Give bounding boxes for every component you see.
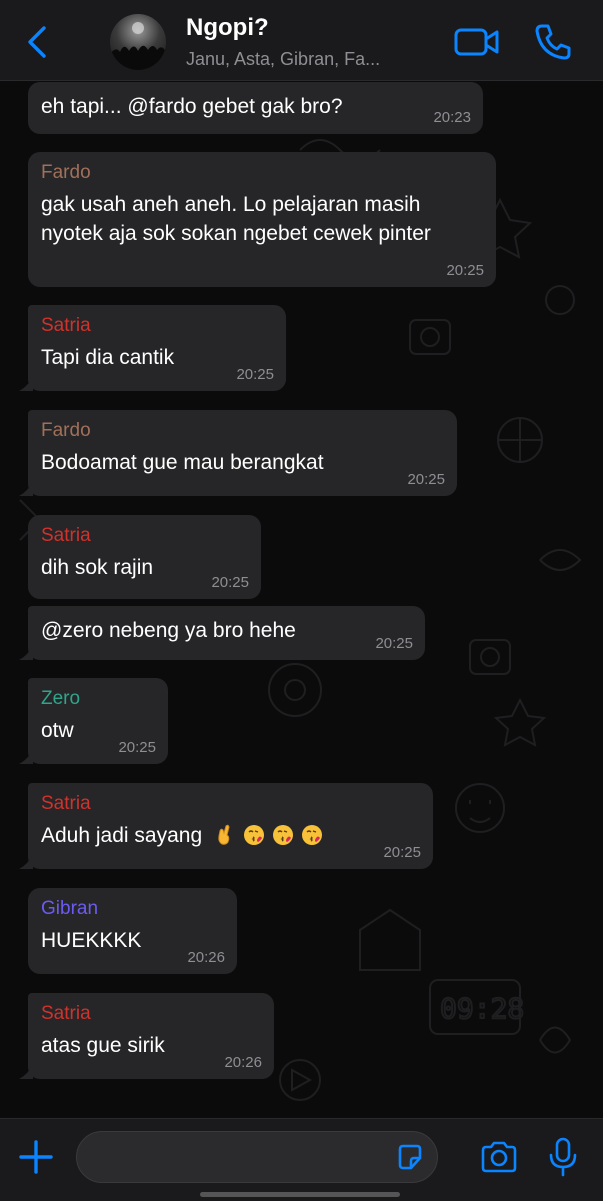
message-text: gak usah aneh aneh. Lo pelajaran masih n… — [41, 193, 431, 245]
home-indicator — [200, 1192, 400, 1197]
camera-icon[interactable] — [480, 1141, 518, 1173]
crossed-fingers-icon — [218, 824, 230, 845]
chat-members[interactable]: Janu, Asta, Gibran, Fa... — [186, 49, 431, 70]
message-bubble[interactable]: @zero nebeng ya bro hehe 20:25 — [19, 606, 425, 660]
sender-name[interactable]: Satria — [41, 315, 273, 337]
kissing-face-icon — [301, 825, 322, 845]
sticker-icon[interactable] — [396, 1143, 424, 1171]
message-time: 20:25 — [236, 366, 274, 383]
message-bubble[interactable]: Fardo gak usah aneh aneh. Lo pelajaran m… — [28, 152, 496, 287]
message-text: eh tapi... @fardo gebet gak bro? — [41, 95, 343, 118]
sender-name[interactable]: Fardo — [41, 162, 483, 184]
message-time: 20:25 — [383, 844, 421, 861]
sender-name[interactable]: Gibran — [41, 898, 224, 920]
video-call-icon[interactable] — [454, 26, 500, 58]
message-bubble[interactable]: eh tapi... @fardo gebet gak bro? 20:23 — [28, 82, 483, 134]
sender-name[interactable]: Satria — [41, 1003, 261, 1025]
group-avatar[interactable] — [110, 14, 166, 70]
chat-title[interactable]: Ngopi? — [186, 14, 269, 42]
message-bubble[interactable]: Satria Tapi dia cantik 20:25 — [19, 305, 286, 391]
composer-bar — [0, 1118, 603, 1201]
bubble-tail-icon — [19, 750, 33, 764]
message-text: Bodoamat gue mau berangkat — [41, 451, 324, 474]
message-bubble[interactable]: Satria dih sok rajin 20:25 — [28, 515, 261, 599]
message-bubble[interactable]: Zero otw 20:25 — [19, 678, 168, 764]
bubble-tail-icon — [19, 1065, 33, 1079]
message-time: 20:25 — [211, 574, 249, 591]
kissing-face-icon — [272, 825, 293, 845]
crowd-photo-icon — [110, 22, 166, 70]
sender-name[interactable]: Zero — [41, 688, 155, 710]
bubble-tail-icon — [19, 646, 33, 660]
message-bubble[interactable]: Satria Aduh jadi sayang 20:25 — [19, 783, 433, 869]
bubble-tail-icon — [19, 855, 33, 869]
kissing-face-icon — [243, 825, 264, 845]
message-bubble[interactable]: Satria atas gue sirik 20:26 — [19, 993, 274, 1079]
message-text: @zero nebeng ya bro hehe — [41, 619, 296, 642]
message-time: 20:26 — [224, 1054, 262, 1071]
message-bubble[interactable]: Gibran HUEKKKK 20:26 — [28, 888, 237, 974]
bubble-tail-icon — [19, 482, 33, 496]
message-time: 20:25 — [375, 635, 413, 652]
message-input[interactable] — [76, 1131, 438, 1183]
back-chevron-icon[interactable] — [22, 24, 52, 60]
sender-name[interactable]: Satria — [41, 793, 420, 815]
plus-icon[interactable] — [18, 1139, 54, 1175]
sender-name[interactable]: Fardo — [41, 420, 444, 442]
message-time: 20:26 — [187, 949, 225, 966]
chat-header: Ngopi? Janu, Asta, Gibran, Fa... — [0, 0, 603, 81]
message-text: Aduh jadi sayang — [41, 824, 203, 847]
message-time: 20:23 — [433, 109, 471, 126]
microphone-icon[interactable] — [548, 1137, 578, 1177]
message-time: 20:25 — [118, 739, 156, 756]
message-list[interactable]: eh tapi... @fardo gebet gak bro? 20:23 F… — [0, 80, 603, 1120]
bubble-tail-icon — [19, 377, 33, 391]
message-text-row: Aduh jadi sayang — [41, 821, 420, 850]
message-time: 20:25 — [446, 262, 484, 279]
phone-call-icon[interactable] — [533, 22, 573, 62]
message-bubble[interactable]: Fardo Bodoamat gue mau berangkat 20:25 — [19, 410, 457, 496]
sender-name[interactable]: Satria — [41, 525, 248, 547]
message-time: 20:25 — [407, 471, 445, 488]
